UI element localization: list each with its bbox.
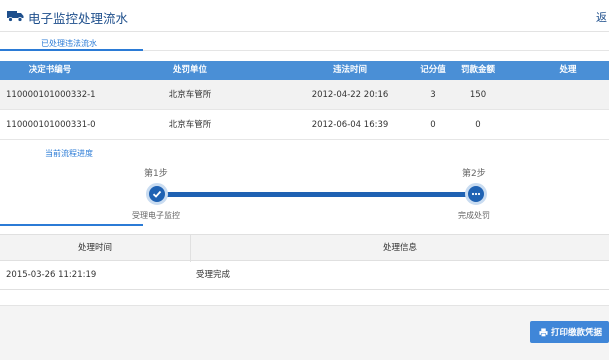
tab-current-progress-label: 当前流程进度 (45, 149, 93, 158)
ellipsis-icon (471, 192, 481, 196)
violations-table-header: 决定书编号 处罚单位 违法时间 记分值 罚款金额 处理 (0, 61, 609, 80)
print-receipt-button[interactable]: 打印缴款凭据 (530, 321, 609, 343)
step-1-description: 受理电子监控 (132, 211, 180, 220)
cell-process-time: 2015-03-26 11:21:19 (6, 270, 97, 280)
column-header-unit: 处罚单位 (172, 65, 207, 75)
cell-points: 3 (430, 90, 436, 100)
back-link[interactable]: 返 (596, 9, 607, 25)
processing-log-table: 处理时间 处理信息 2015-03-26 11:21:19 受理完成 (0, 234, 609, 290)
column-header-action: 处理 (559, 65, 577, 75)
step-2-description: 完成处罚 (458, 211, 490, 220)
progress-bar (158, 192, 476, 197)
column-header-fine: 罚款金额 (460, 65, 495, 75)
title-bar: 电子监控处理流水 返 (0, 0, 609, 32)
cell-decision-no: 110000101000331-0 (6, 120, 96, 130)
tab-current-progress[interactable]: 当前流程进度 (0, 145, 609, 161)
cell-time: 2012-06-04 16:39 (311, 120, 389, 130)
column-header-decision-no: 决定书编号 (28, 65, 72, 75)
cell-fine: 150 (469, 90, 487, 100)
progress-tracker: 第1步 第2步 受理电子监控 完成处罚 (0, 162, 609, 226)
footer-bar: 打印缴款凭据 (0, 305, 609, 360)
step-1-node (146, 183, 168, 205)
cell-fine: 0 (475, 120, 481, 130)
tab-active-indicator (0, 49, 143, 51)
progress-tab-indicator (0, 224, 143, 226)
cell-time: 2012-04-22 20:16 (311, 90, 389, 100)
page-title: 电子监控处理流水 (28, 11, 129, 26)
table-row[interactable]: 110000101000331-0 北京车管所 2012-06-04 16:39… (0, 110, 609, 140)
tab-processed-violations[interactable]: 已处理违法流水 (0, 35, 609, 51)
cell-decision-no: 110000101000332-1 (6, 90, 96, 100)
table-row: 2015-03-26 11:21:19 受理完成 (0, 261, 609, 290)
step-2-label: 第2步 (462, 169, 486, 179)
print-receipt-button-label: 打印缴款凭据 (551, 328, 603, 338)
column-header-process-time: 处理时间 (77, 243, 112, 253)
tab-processed-violations-label: 已处理违法流水 (41, 39, 97, 48)
log-table-header: 处理时间 处理信息 (0, 234, 609, 262)
step-1-label: 第1步 (144, 169, 168, 179)
column-header-time: 违法时间 (332, 65, 367, 75)
printer-icon (539, 327, 548, 337)
cell-unit: 北京车管所 (168, 90, 212, 100)
truck-icon (7, 11, 24, 22)
cell-process-info: 受理完成 (196, 270, 231, 280)
table-row[interactable]: 110000101000332-1 北京车管所 2012-04-22 20:16… (0, 80, 609, 110)
cell-points: 0 (430, 120, 436, 130)
check-icon (152, 190, 162, 198)
step-2-node (465, 183, 487, 205)
column-header-points: 记分值 (420, 65, 446, 75)
column-header-process-info: 处理信息 (382, 243, 417, 253)
cell-unit: 北京车管所 (168, 120, 212, 130)
